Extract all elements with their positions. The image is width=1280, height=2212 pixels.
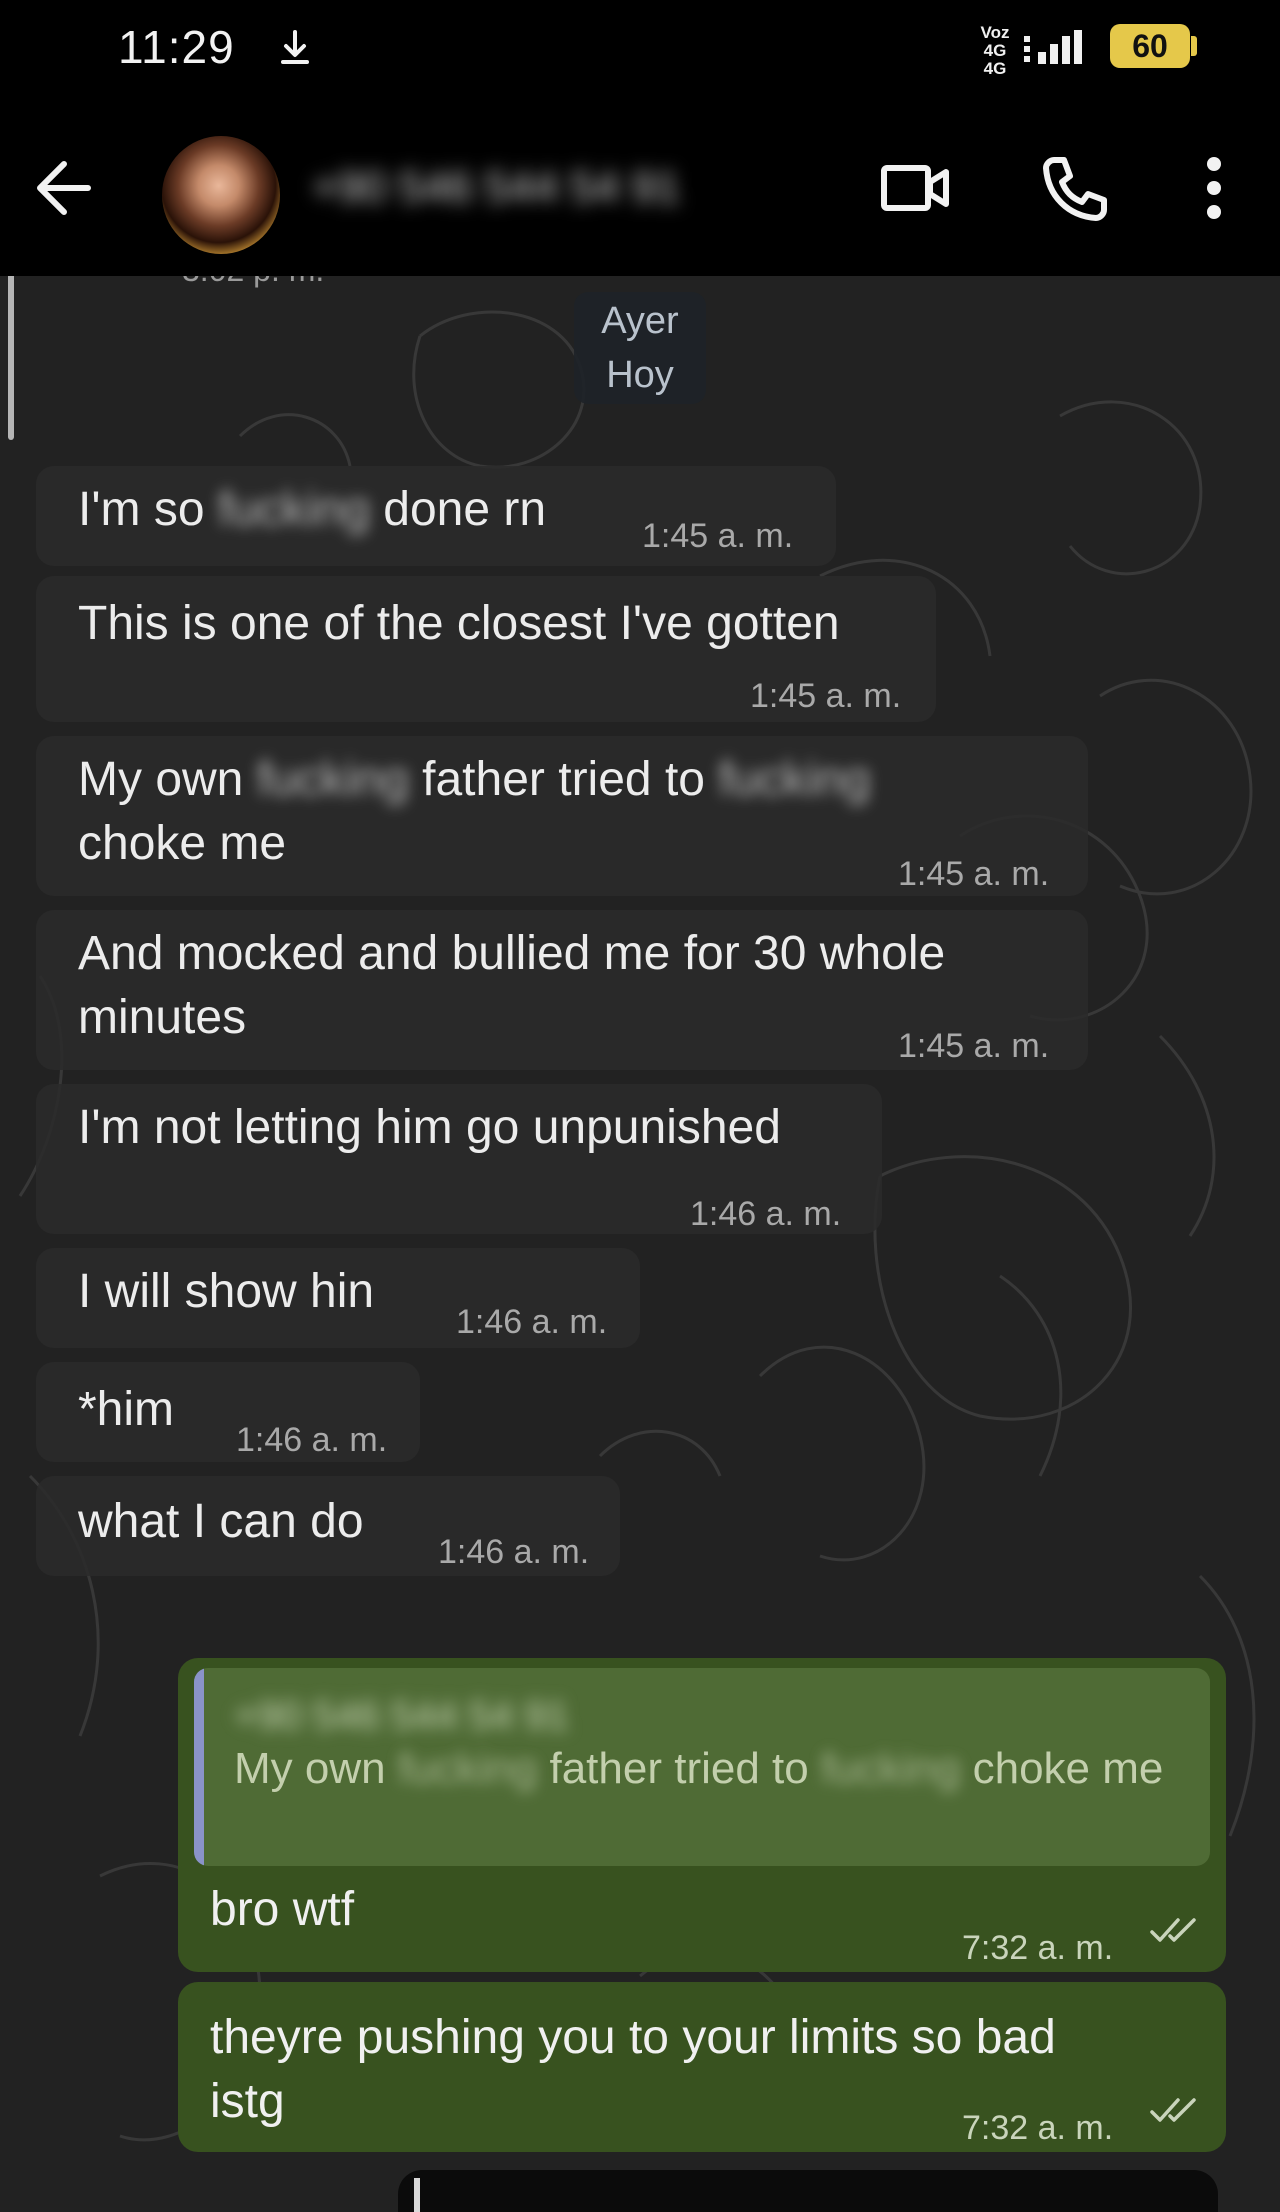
message-text: theyre pushing you to your limits so bad	[210, 2011, 1056, 2064]
network-type-label: Voz 4G 4G	[972, 24, 1018, 78]
message-text-line2: choke me	[78, 817, 287, 870]
incoming-message[interactable]: what I can do 1:46 a. m.	[36, 1476, 620, 1576]
message-time: 1:45 a. m.	[750, 677, 902, 715]
video-camera-icon[interactable]	[876, 148, 956, 228]
incoming-message[interactable]: I'm so fucking done rn 1:45 a. m.	[36, 466, 836, 566]
censored-word: fucking	[217, 483, 370, 536]
text-cursor	[414, 2178, 420, 2212]
message-text: what I can do	[78, 1495, 364, 1548]
battery-indicator: 60	[1110, 24, 1190, 68]
message-time: 1:46 a. m.	[456, 1303, 608, 1341]
message-time: 1:46 a. m.	[236, 1421, 388, 1459]
outgoing-message[interactable]: +90 546 544 54 91 My own fucking father …	[178, 1658, 1226, 1972]
censored-word: fucking	[397, 1744, 538, 1793]
chat-area[interactable]: 3:02 p. m. Ayer Hoy I'm so fucking done …	[0, 276, 1280, 2212]
chat-header: +90 546 544 54 91	[0, 100, 1280, 276]
message-time: 1:45 a. m.	[898, 855, 1050, 893]
date-yesterday: Ayer	[601, 300, 679, 342]
message-time: 1:45 a. m.	[642, 517, 794, 555]
contact-name[interactable]: +90 546 544 54 91	[312, 158, 782, 218]
status-time: 11:29	[118, 21, 235, 73]
incoming-message[interactable]: My own fucking father tried to fucking c…	[36, 736, 1088, 896]
message-text: *him	[78, 1383, 175, 1436]
battery-tip	[1191, 36, 1197, 56]
more-vertical-icon[interactable]	[1178, 148, 1250, 228]
double-check-icon	[1150, 2098, 1196, 2122]
message-text: bro wtf	[210, 1883, 355, 1936]
message-text: This is one of the closest I've gotten	[78, 597, 840, 650]
quoted-message[interactable]: +90 546 544 54 91 My own fucking father …	[194, 1668, 1210, 1866]
message-text: I will show hin	[78, 1265, 375, 1318]
message-time: 1:46 a. m.	[690, 1195, 842, 1233]
message-time: 1:45 a. m.	[898, 1027, 1050, 1065]
message-time: 1:46 a. m.	[438, 1533, 590, 1571]
previous-message-time: 3:02 p. m.	[182, 276, 324, 289]
quoted-text: My own fucking father tried to fucking c…	[234, 1744, 1164, 1793]
quoted-sender: +90 546 544 54 91	[234, 1694, 569, 1738]
network-type-bottom: 4G	[983, 59, 1007, 78]
status-bar: 11:29 Voz 4G 4G 60	[0, 0, 1280, 100]
download-icon	[281, 30, 309, 64]
incoming-message[interactable]: *him 1:46 a. m.	[36, 1362, 420, 1462]
incoming-message[interactable]: I will show hin 1:46 a. m.	[36, 1248, 640, 1348]
censored-word: fucking	[718, 753, 871, 806]
quote-accent-bar	[194, 1668, 204, 1866]
date-separator: Ayer Hoy	[574, 292, 706, 404]
date-today: Hoy	[606, 354, 674, 396]
message-text: I'm not letting him go unpunished	[78, 1101, 781, 1154]
message-time: 7:32 a. m.	[962, 1929, 1114, 1967]
message-text: I'm so fucking done rn	[78, 483, 547, 536]
back-arrow-icon[interactable]	[28, 150, 104, 226]
message-text-line2: minutes	[78, 991, 247, 1044]
message-time: 7:32 a. m.	[962, 2109, 1114, 2147]
incoming-message[interactable]: I'm not letting him go unpunished 1:46 a…	[36, 1084, 882, 1234]
network-type-top: Voz 4G	[980, 23, 1010, 60]
censored-word: fucking	[820, 1744, 961, 1793]
outgoing-message[interactable]: theyre pushing you to your limits so bad…	[178, 1982, 1226, 2152]
scroll-indicator[interactable]	[8, 276, 14, 440]
phone-icon[interactable]	[1034, 148, 1114, 228]
double-check-icon	[1150, 1918, 1196, 1942]
incoming-message[interactable]: This is one of the closest I've gotten 1…	[36, 576, 936, 722]
message-text: And mocked and bullied me for 30 whole	[78, 927, 946, 980]
incoming-message[interactable]: And mocked and bullied me for 30 whole m…	[36, 910, 1088, 1070]
censored-word: fucking	[256, 753, 409, 806]
signal-strength-icon	[1024, 30, 1082, 64]
message-text-line2: istg	[210, 2075, 285, 2128]
contact-avatar[interactable]	[162, 136, 280, 254]
battery-level: 60	[1132, 27, 1168, 64]
message-text: My own fucking father tried to fucking	[78, 753, 871, 806]
input-bar[interactable]	[398, 2170, 1218, 2212]
